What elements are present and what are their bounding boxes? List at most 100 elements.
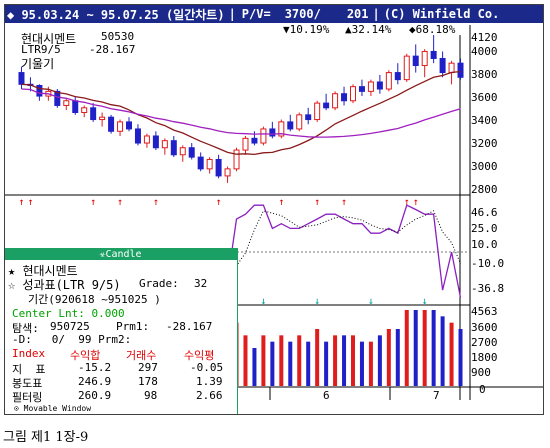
sell-arrow: ↑ [404,197,410,208]
candle-body [323,102,330,109]
candle-body [215,158,222,177]
osc-tick: -36.8 [471,282,505,295]
volume-bar [413,310,418,386]
candle-body [81,107,88,114]
d-line: -D: 0/ 99 Prm2: [12,333,132,346]
volume-tick: 900 [471,366,491,379]
volume-tick: 3600 [471,321,498,334]
volume-bar [288,341,293,386]
row-avg: -0.05 [190,361,224,374]
candle-body [296,114,303,130]
sell-arrow: ↑ [90,197,96,208]
price-tick: 3000 [471,160,498,173]
candle-body [430,50,437,59]
volume-bar [395,329,400,386]
candle-body [54,90,61,106]
candle-body [108,116,115,132]
candle-body [421,50,428,67]
sell-arrow: ↑ [216,197,222,208]
candle-body [233,149,240,170]
figure-caption: 그림 제1 1장-9 [3,430,89,445]
sell-arrow: ↑ [413,197,419,208]
buy-arrow: ↓ [314,296,320,307]
volume-tick: 0 [479,383,486,396]
search-value: 950725 [50,320,90,333]
volume-tick: 2700 [471,336,498,349]
sell-arrow: ↑ [278,197,284,208]
candle-body [134,128,141,144]
row-count: 297 [138,361,158,374]
volume-bar [351,335,355,386]
candle-body [367,81,374,92]
candle-body [439,57,446,74]
movable-window-hint: ⊙ Movable Window [14,404,92,413]
row-avg: 1.39 [196,375,223,388]
candle-body [287,121,294,130]
volume-bar [377,335,382,386]
sell-arrow: ↑ [314,197,320,208]
volume-bar [440,316,445,386]
volume-bar [386,329,391,386]
grade-value: 32 [194,277,208,290]
price-tick: 3200 [471,137,498,150]
candle-body [385,72,392,90]
prm1-value: -28.167 [166,320,213,333]
candle-body [269,128,276,137]
candle-body [170,140,177,156]
candle-body [350,86,356,102]
row-name: 필터링 [12,391,43,404]
price-tick: 4000 [471,45,498,58]
candle-info-window[interactable]: ☣Candle ★ 현대시멘트 ☆ 성과표(LTR 9/5) Grade: 32… [5,248,238,414]
volume-bar [458,329,463,386]
volume-bar [324,341,329,386]
row-count: 98 [144,389,158,402]
volume-bar [270,341,275,386]
candle-body [332,93,339,109]
buy-arrow: ↓ [422,296,428,307]
candle-body [197,156,204,170]
row-sum: -15.2 [78,361,112,374]
volume-bar [261,335,266,386]
volume-bar [243,335,248,386]
volume-bar [404,310,409,386]
chart-window: ◆ 95.03.24 ~ 95.07.25 (일간차트) | P/V= 3700… [4,4,544,415]
volume-tick: 4563 [471,305,498,318]
candle-body [126,121,132,130]
row-count: 178 [138,375,158,388]
buy-arrow: ↓ [368,296,374,307]
moving-average-lines [21,70,461,156]
sell-arrow: ↑ [27,197,33,208]
sell-arrow: ↑ [18,197,24,208]
month-label: 6 [323,389,330,402]
candle-body [242,137,249,151]
candle-body [179,147,186,156]
volume-bar [297,335,302,386]
month-label: 7 [433,389,440,402]
candle-body [143,135,150,144]
candle-body [260,128,267,144]
candle-body [161,140,168,149]
sell-arrow: ↑ [117,197,123,208]
candle-series [18,35,464,183]
row-avg: 2.66 [196,389,223,402]
candle-body [251,137,258,144]
volume-tick: 1800 [471,351,498,364]
price-tick: 3600 [471,91,498,104]
price-tick: 2800 [471,183,498,196]
osc-tick: -10.0 [471,257,505,270]
osc-tick: 10.0 [471,238,498,251]
price-tick: 3800 [471,68,498,81]
volume-bar [422,310,427,386]
sell-arrow: ↑ [341,197,347,208]
ma-line-short [21,70,461,156]
candle-body [358,86,365,92]
candle-body [99,116,106,121]
window-titlebar[interactable]: ☣Candle [5,249,237,260]
volume-bar [359,341,364,386]
grade-label: Grade: [139,277,179,290]
volume-bar [431,310,436,386]
volume-bar [368,341,373,386]
volume-bar [342,335,347,386]
candle-body [117,121,124,132]
col-index: Index [12,347,46,360]
